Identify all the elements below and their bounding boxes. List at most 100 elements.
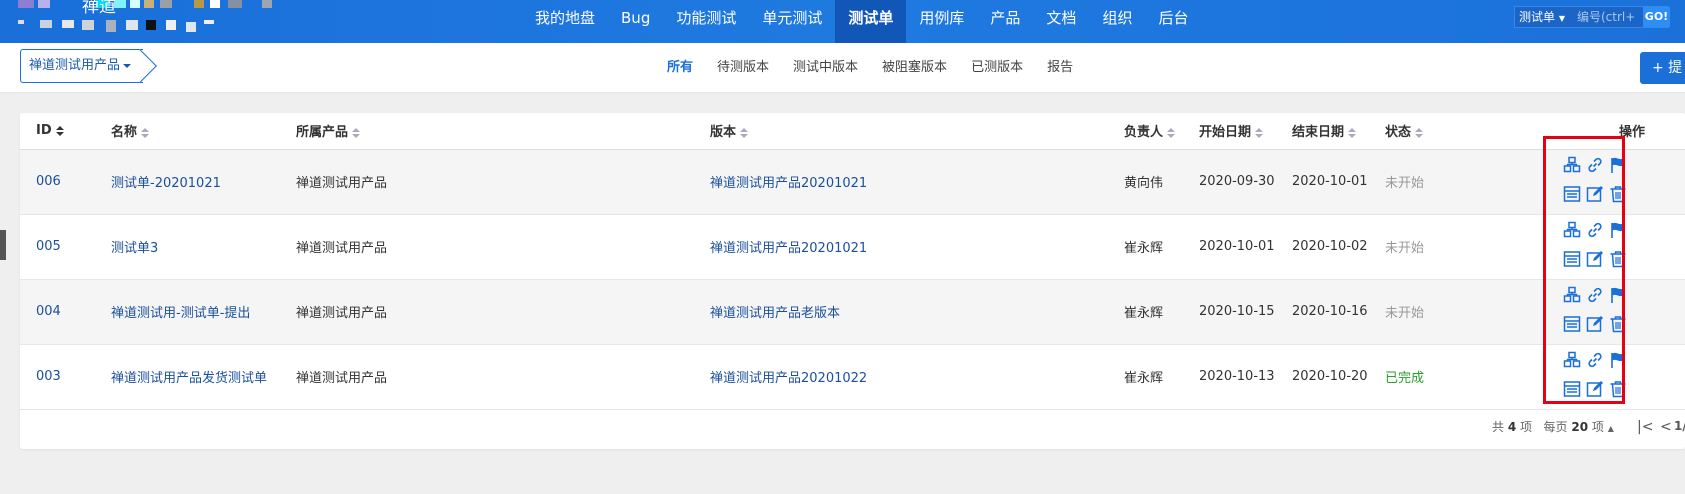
search-placeholder: 编号(ctrl+ [1577, 10, 1636, 24]
cases-icon[interactable] [1563, 286, 1581, 304]
search-go-button[interactable]: GO! [1643, 7, 1670, 27]
column-header[interactable]: 结束日期 [1276, 113, 1369, 150]
prev-page-icon[interactable]: < [1660, 419, 1672, 435]
sub-navbar: 禅道测试用产品 所有 待测版本 测试中版本 被阻塞版本 已测版本 报告 + 提 [0, 43, 1685, 93]
testtask-product: 禅道测试用产品 [296, 371, 388, 386]
nav-item[interactable]: 我的地盘 [522, 0, 608, 43]
testtask-id[interactable]: 005 [36, 239, 61, 254]
testtask-table-panel: ID 名称 所属产品 版本 负责人 开始日期 结束日期 状态 操作 006 测试单-2020102… [20, 113, 1685, 449]
column-header[interactable]: 状态 [1369, 113, 1519, 150]
status-tab[interactable]: 报告 [1035, 43, 1085, 93]
sort-icon[interactable] [740, 127, 749, 138]
sort-icon[interactable] [1167, 127, 1176, 138]
testtask-status: 未开始 [1385, 306, 1425, 321]
sort-icon[interactable] [1348, 127, 1357, 138]
sort-icon[interactable] [352, 127, 361, 138]
nav-item[interactable]: 用例库 [906, 0, 977, 43]
cases-icon[interactable] [1563, 221, 1581, 239]
search-input[interactable]: 编号(ctrl+ [1577, 7, 1645, 27]
nav-item[interactable]: 功能测试 [663, 0, 749, 43]
edit-icon[interactable] [1586, 185, 1604, 203]
edit-icon[interactable] [1586, 380, 1604, 398]
link-icon[interactable] [1586, 286, 1604, 304]
first-page-icon[interactable]: |< [1637, 419, 1653, 435]
trash-icon[interactable] [1609, 250, 1627, 268]
testtask-begin-date-cell: 2020-10-15 [1183, 279, 1276, 345]
trash-icon[interactable] [1609, 315, 1627, 333]
testtask-id[interactable]: 003 [36, 369, 61, 384]
table-row: 004 禅道测试用-测试单-提出 禅道测试用产品 禅道测试用产品老版本 崔永辉 2020-… [20, 279, 1685, 345]
column-header[interactable]: 负责人 [1108, 113, 1183, 150]
report-icon[interactable] [1563, 315, 1581, 333]
caret-down-icon [123, 63, 132, 68]
testtask-id[interactable]: 004 [36, 304, 61, 319]
testtask-name-cell: 测试单-20201021 [95, 149, 280, 215]
flag-icon[interactable] [1609, 351, 1627, 369]
column-header-label: 所属产品 [296, 125, 349, 141]
column-header[interactable]: 版本 [694, 113, 1108, 150]
flag-icon[interactable] [1609, 221, 1627, 239]
nav-item[interactable]: 产品 [977, 0, 1033, 43]
testtask-id[interactable]: 006 [36, 174, 61, 189]
pager-info: 共 4 项 每页 20 项 ▲ [1492, 418, 1614, 435]
flag-icon[interactable] [1609, 286, 1627, 304]
link-icon[interactable] [1586, 351, 1604, 369]
nav-item[interactable]: 文档 [1033, 0, 1089, 43]
edit-icon[interactable] [1586, 250, 1604, 268]
nav-item[interactable]: Bug [608, 0, 663, 43]
status-tab[interactable]: 所有 [655, 43, 705, 93]
column-header-label: 负责人 [1124, 125, 1164, 141]
nav-item[interactable]: 后台 [1145, 0, 1201, 43]
testtask-name-cell: 测试单3 [95, 214, 280, 280]
trash-icon[interactable] [1609, 380, 1627, 398]
testtask-name[interactable]: 禅道测试用产品发货测试单 [111, 371, 267, 386]
report-icon[interactable] [1563, 250, 1581, 268]
testtask-build[interactable]: 禅道测试用产品20201022 [710, 371, 867, 386]
column-header[interactable]: 开始日期 [1183, 113, 1276, 150]
testtask-status-cell: 已完成 [1369, 344, 1519, 410]
testtask-build[interactable]: 禅道测试用产品老版本 [710, 306, 840, 321]
report-icon[interactable] [1563, 185, 1581, 203]
cases-icon[interactable] [1563, 156, 1581, 174]
sort-icon[interactable] [55, 125, 64, 136]
sort-icon[interactable] [1255, 127, 1264, 138]
link-icon[interactable] [1586, 221, 1604, 239]
link-icon[interactable] [1586, 156, 1604, 174]
status-tab[interactable]: 测试中版本 [781, 43, 870, 93]
actions-cell [1519, 149, 1685, 215]
trash-icon[interactable] [1609, 185, 1627, 203]
column-header[interactable]: 所属产品 [280, 113, 694, 150]
status-tab[interactable]: 已测版本 [959, 43, 1035, 93]
cases-icon[interactable] [1563, 351, 1581, 369]
product-switcher[interactable]: 禅道测试用产品 [20, 49, 157, 83]
sort-icon[interactable] [1415, 127, 1424, 138]
column-header-label: 版本 [710, 125, 737, 141]
nav-item[interactable]: 测试单 [835, 0, 907, 43]
testtask-name[interactable]: 测试单-20201021 [111, 176, 221, 191]
sort-icon[interactable] [141, 127, 150, 138]
flag-icon[interactable] [1609, 156, 1627, 174]
testtask-name[interactable]: 测试单3 [111, 241, 158, 256]
status-tab[interactable]: 待测版本 [705, 43, 781, 93]
column-header[interactable]: 名称 [95, 113, 280, 150]
per-page-value[interactable]: 20 [1571, 420, 1588, 434]
total-prefix: 共 [1492, 420, 1505, 434]
testtask-build[interactable]: 禅道测试用产品20201021 [710, 241, 867, 256]
report-icon[interactable] [1563, 380, 1581, 398]
testtask-build[interactable]: 禅道测试用产品20201021 [710, 176, 867, 191]
edit-icon[interactable] [1586, 315, 1604, 333]
column-header: 操作 [1519, 113, 1685, 150]
testtask-owner-cell: 崔永辉 [1108, 214, 1183, 280]
testtask-name[interactable]: 禅道测试用-测试单-提出 [111, 306, 250, 321]
caret-up-icon[interactable]: ▲ [1608, 424, 1614, 433]
status-tab[interactable]: 被阻塞版本 [870, 43, 959, 93]
create-testtask-button[interactable]: + 提 [1640, 52, 1685, 84]
nav-item[interactable]: 组织 [1089, 0, 1145, 43]
column-header[interactable]: ID [20, 113, 95, 150]
testtask-status-cell: 未开始 [1369, 279, 1519, 345]
testtask-begin-date-cell: 2020-10-01 [1183, 214, 1276, 280]
testtask-begin-date: 2020-10-13 [1199, 369, 1275, 384]
search-type-select[interactable]: 测试单 ▼ [1515, 7, 1575, 27]
nav-item[interactable]: 单元测试 [749, 0, 835, 43]
brand-logo[interactable]: 禅道 [18, 0, 298, 38]
